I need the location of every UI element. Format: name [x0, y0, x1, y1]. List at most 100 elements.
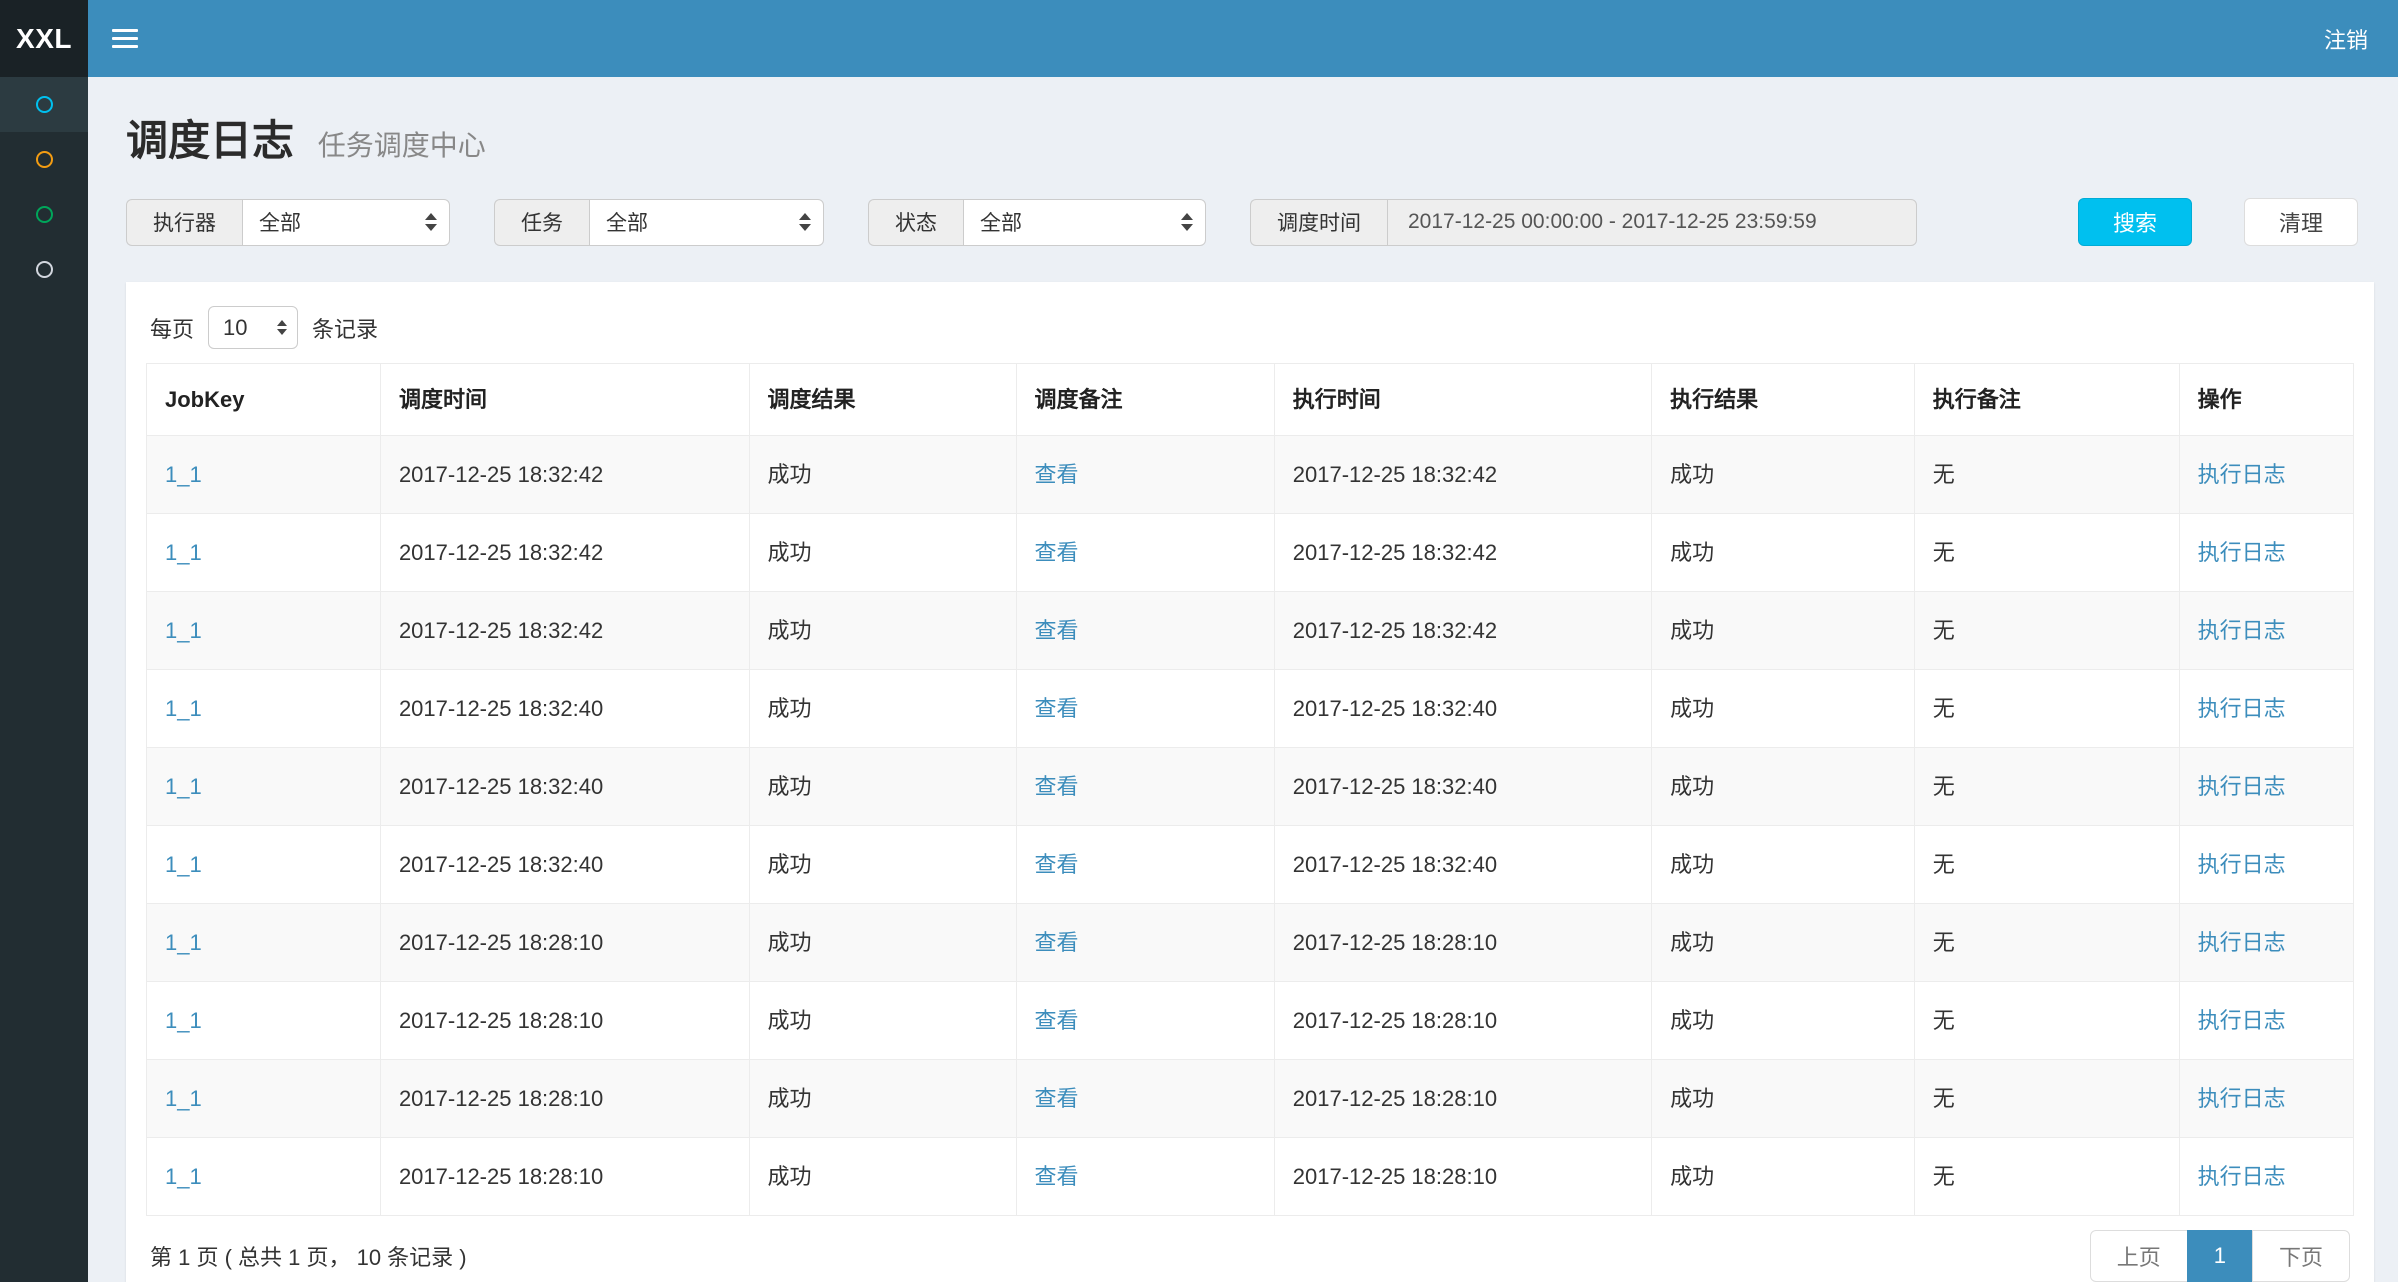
exec-log-link-cell: 执行日志 [2179, 592, 2353, 670]
exec-log-link[interactable]: 执行日志 [2198, 930, 2286, 955]
exec-log-link-cell: 执行日志 [2179, 670, 2353, 748]
sidebar-item-4[interactable] [0, 242, 88, 297]
navbar-spacer [162, 0, 2294, 77]
select-stepper-icon [425, 213, 437, 231]
exec-log-link[interactable]: 执行日志 [2198, 774, 2286, 799]
jobkey-link-cell: 1_1 [147, 748, 381, 826]
handle-result-cell: 成功 [1652, 436, 1915, 514]
trigger-msg-link[interactable]: 查看 [1035, 852, 1079, 877]
jobkey-link[interactable]: 1_1 [165, 1008, 202, 1033]
col-header-handle-result: 执行结果 [1652, 364, 1915, 436]
jobkey-link-cell: 1_1 [147, 904, 381, 982]
status-filter-label: 状态 [868, 199, 963, 246]
exec-log-link-cell: 执行日志 [2179, 982, 2353, 1060]
log-table: JobKey 调度时间 调度结果 调度备注 执行时间 执行结果 执行备注 操作 … [146, 363, 2354, 1216]
status-select[interactable]: 全部 [963, 199, 1206, 246]
page-title: 调度日志 任务调度中心 [126, 107, 2374, 168]
handle-msg-cell: 无 [1914, 748, 2179, 826]
exec-log-link[interactable]: 执行日志 [2198, 540, 2286, 565]
trigger-time-cell: 2017-12-25 18:32:42 [380, 436, 749, 514]
trigger-time-cell: 2017-12-25 18:32:42 [380, 514, 749, 592]
job-select[interactable]: 全部 [589, 199, 824, 246]
jobkey-link-cell: 1_1 [147, 436, 381, 514]
table-footer: 第 1 页 ( 总共 1 页， 10 条记录 ) 上页 1 下页 [146, 1230, 2354, 1282]
handle-time-cell: 2017-12-25 18:28:10 [1274, 1060, 1651, 1138]
jobkey-link[interactable]: 1_1 [165, 618, 202, 643]
jobkey-link[interactable]: 1_1 [165, 774, 202, 799]
handle-time-cell: 2017-12-25 18:32:40 [1274, 670, 1651, 748]
trigger-msg-link[interactable]: 查看 [1035, 540, 1079, 565]
clear-button[interactable]: 清理 [2244, 198, 2358, 246]
exec-log-link[interactable]: 执行日志 [2198, 1164, 2286, 1189]
handle-result-cell: 成功 [1652, 1060, 1915, 1138]
prev-page-button[interactable]: 上页 [2090, 1230, 2188, 1282]
trigger-result-cell: 成功 [749, 592, 1016, 670]
trigger-time-cell: 2017-12-25 18:32:40 [380, 826, 749, 904]
executor-select[interactable]: 全部 [242, 199, 450, 246]
exec-log-link[interactable]: 执行日志 [2198, 618, 2286, 643]
trigger-time-filter-group: 调度时间 [1250, 199, 1917, 246]
sidebar-item-3[interactable] [0, 187, 88, 242]
jobkey-link-cell: 1_1 [147, 1060, 381, 1138]
exec-log-link[interactable]: 执行日志 [2198, 462, 2286, 487]
trigger-msg-link[interactable]: 查看 [1035, 1164, 1079, 1189]
handle-msg-cell: 无 [1914, 592, 2179, 670]
jobkey-link[interactable]: 1_1 [165, 540, 202, 565]
handle-msg-cell: 无 [1914, 436, 2179, 514]
handle-msg-cell: 无 [1914, 826, 2179, 904]
handle-msg-cell: 无 [1914, 670, 2179, 748]
jobkey-link[interactable]: 1_1 [165, 462, 202, 487]
exec-log-link[interactable]: 执行日志 [2198, 1086, 2286, 1111]
page-size-select[interactable]: 10 [208, 306, 298, 349]
trigger-msg-link[interactable]: 查看 [1035, 1086, 1079, 1111]
trigger-msg-link[interactable]: 查看 [1035, 462, 1079, 487]
col-header-jobkey: JobKey [147, 364, 381, 436]
sidebar-item-1[interactable] [0, 77, 88, 132]
exec-log-link[interactable]: 执行日志 [2198, 852, 2286, 877]
sidebar-toggle-button[interactable] [88, 0, 162, 77]
top-navbar: XXL 注销 [0, 0, 2398, 77]
search-button[interactable]: 搜索 [2078, 198, 2192, 246]
handle-time-cell: 2017-12-25 18:32:40 [1274, 748, 1651, 826]
handle-time-cell: 2017-12-25 18:32:42 [1274, 592, 1651, 670]
jobkey-link[interactable]: 1_1 [165, 696, 202, 721]
select-stepper-icon [1181, 213, 1193, 231]
app-logo[interactable]: XXL [0, 0, 88, 77]
executor-select-value: 全部 [259, 207, 301, 237]
handle-result-cell: 成功 [1652, 1138, 1915, 1216]
trigger-result-cell: 成功 [749, 670, 1016, 748]
jobkey-link[interactable]: 1_1 [165, 930, 202, 955]
exec-log-link[interactable]: 执行日志 [2198, 1008, 2286, 1033]
handle-msg-cell: 无 [1914, 1138, 2179, 1216]
logout-link[interactable]: 注销 [2294, 0, 2398, 77]
trigger-msg-link-cell: 查看 [1016, 904, 1274, 982]
table-row: 1_12017-12-25 18:32:42成功查看2017-12-25 18:… [147, 592, 2354, 670]
next-page-button[interactable]: 下页 [2252, 1230, 2350, 1282]
job-filter-label: 任务 [494, 199, 589, 246]
trigger-msg-link[interactable]: 查看 [1035, 930, 1079, 955]
trigger-msg-link[interactable]: 查看 [1035, 1008, 1079, 1033]
trigger-result-cell: 成功 [749, 514, 1016, 592]
col-header-handle-msg: 执行备注 [1914, 364, 2179, 436]
trigger-msg-link-cell: 查看 [1016, 748, 1274, 826]
sidebar-item-2[interactable] [0, 132, 88, 187]
jobkey-link[interactable]: 1_1 [165, 1164, 202, 1189]
jobkey-link[interactable]: 1_1 [165, 852, 202, 877]
jobkey-link-cell: 1_1 [147, 592, 381, 670]
log-table-box: 每页 10 条记录 JobKey 调度时间 调度结果 调度备注 执行时间 执行结… [126, 282, 2374, 1282]
trigger-time-range-input[interactable] [1387, 199, 1917, 246]
jobkey-link[interactable]: 1_1 [165, 1086, 202, 1111]
status-filter-group: 状态 全部 [868, 199, 1206, 246]
page-title-text: 调度日志 [126, 117, 294, 164]
trigger-msg-link[interactable]: 查看 [1035, 696, 1079, 721]
current-page-button[interactable]: 1 [2187, 1230, 2253, 1282]
sidebar [0, 77, 88, 1282]
table-header-row: JobKey 调度时间 调度结果 调度备注 执行时间 执行结果 执行备注 操作 [147, 364, 2354, 436]
trigger-msg-link[interactable]: 查看 [1035, 774, 1079, 799]
trigger-msg-link[interactable]: 查看 [1035, 618, 1079, 643]
pager-info: 第 1 页 ( 总共 1 页， 10 条记录 ) [150, 1240, 467, 1272]
exec-log-link[interactable]: 执行日志 [2198, 696, 2286, 721]
circle-outline-icon [36, 206, 53, 223]
trigger-result-cell: 成功 [749, 982, 1016, 1060]
table-row: 1_12017-12-25 18:32:40成功查看2017-12-25 18:… [147, 826, 2354, 904]
